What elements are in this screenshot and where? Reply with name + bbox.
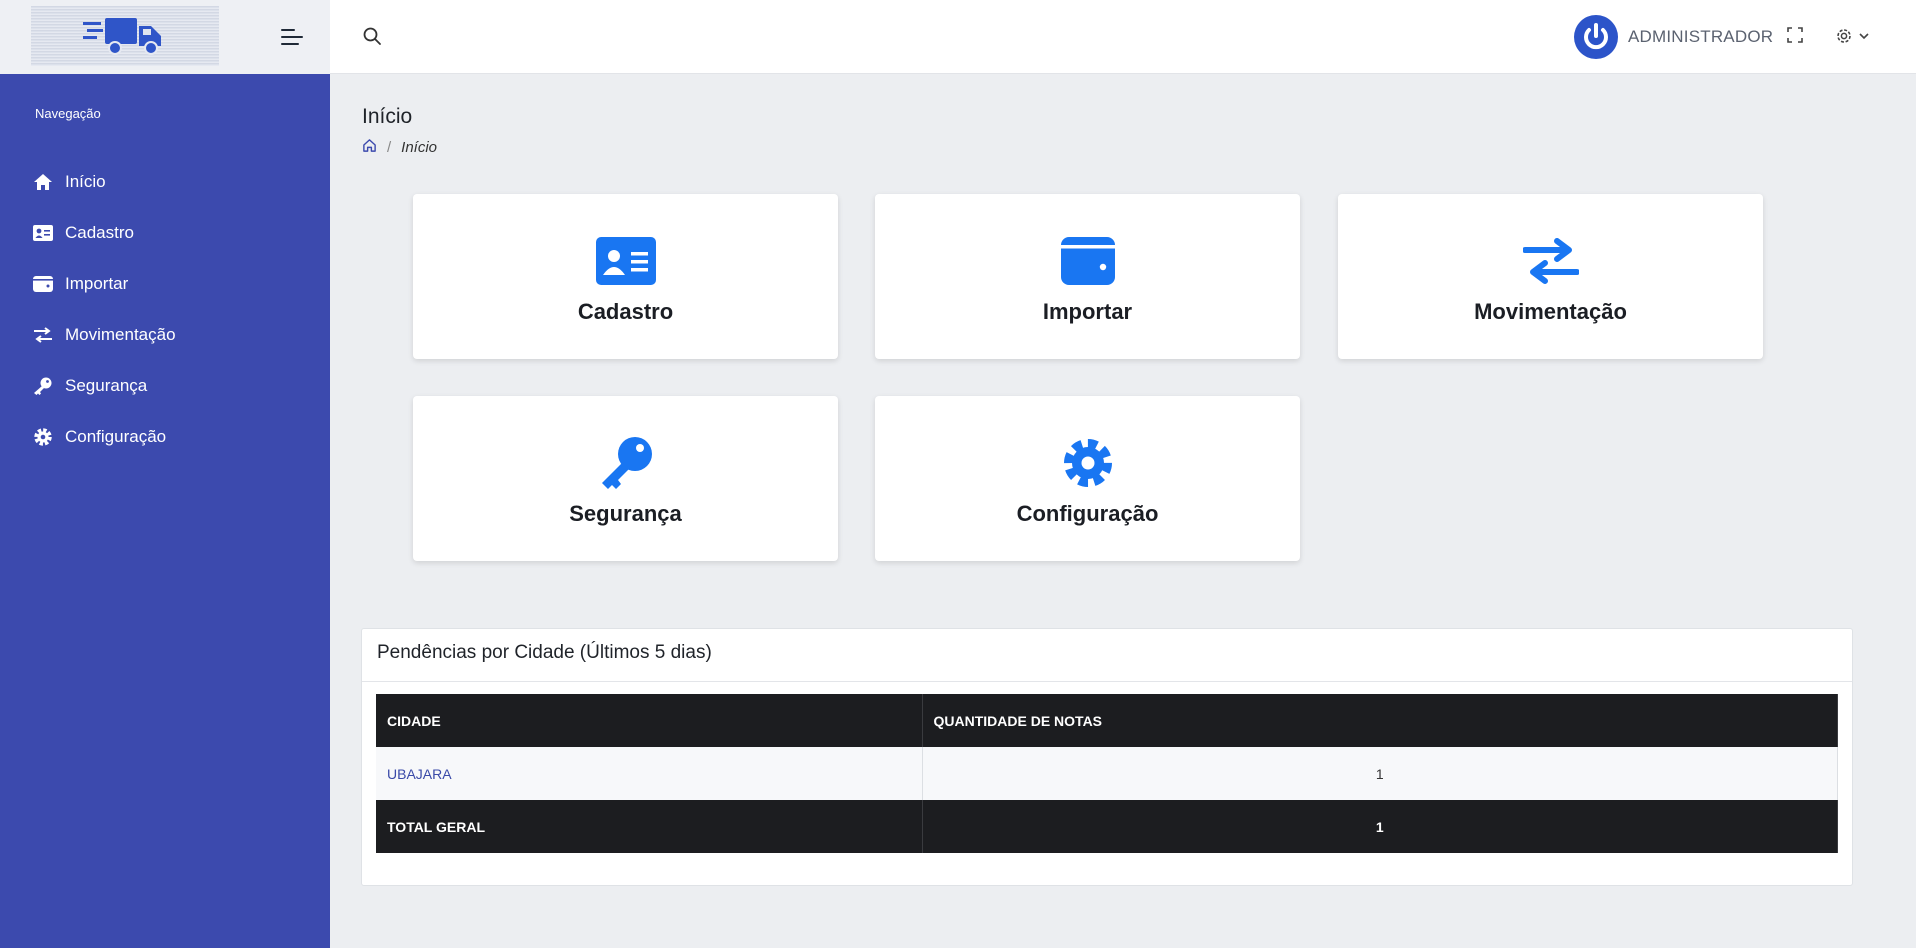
chevron-down-icon xyxy=(1859,33,1869,40)
divider xyxy=(362,681,1852,682)
nav-list: Início Cadastro Importar Movimentação Se… xyxy=(0,156,330,462)
id-card-icon xyxy=(595,236,656,286)
column-header-cidade: CIDADE xyxy=(376,694,923,747)
breadcrumb: / Início xyxy=(362,138,437,157)
user-name: ADMINISTRADOR xyxy=(1628,27,1774,46)
sidebar-item-label: Início xyxy=(65,171,106,191)
table-row: UBAJARA 1 xyxy=(376,747,1838,800)
sidebar-item-label: Movimentação xyxy=(65,324,176,344)
sidebar-item-label: Importar xyxy=(65,273,129,293)
top-header: ADMINISTRADOR xyxy=(0,0,1916,74)
user-menu[interactable]: ADMINISTRADOR xyxy=(1574,15,1773,59)
search-button[interactable] xyxy=(362,26,384,48)
key-icon xyxy=(32,376,54,396)
wallet-icon xyxy=(1060,236,1115,286)
gear-icon xyxy=(1062,438,1114,488)
truck-icon xyxy=(83,18,161,55)
sidebar-item-label: Segurança xyxy=(65,375,148,395)
sidebar-item-importar[interactable]: Importar xyxy=(0,258,330,309)
breadcrumb-current: Início xyxy=(401,139,438,156)
hamburger-bar xyxy=(281,29,295,31)
wallet-icon xyxy=(32,274,54,294)
sidebar-item-label: Cadastro xyxy=(65,222,134,242)
card-label: Importar xyxy=(1042,299,1133,324)
panel-title: Pendências por Cidade (Últimos 5 dias) xyxy=(377,642,712,663)
power-icon xyxy=(1584,23,1608,50)
sidebar-item-label: Configuração xyxy=(65,426,167,446)
cell-quantidade: 1 xyxy=(922,747,1838,800)
breadcrumb-home-link[interactable] xyxy=(362,138,377,157)
home-icon xyxy=(363,139,376,152)
fullscreen-icon xyxy=(1787,27,1803,43)
logo-area xyxy=(0,0,330,74)
sidebar-item-cadastro[interactable]: Cadastro xyxy=(0,207,330,258)
search-icon xyxy=(363,27,381,45)
sidebar: Navegação Início Cadastro Importar Movim… xyxy=(0,74,330,948)
gear-icon xyxy=(32,427,54,447)
card-movimentacao[interactable]: Movimentação xyxy=(1338,194,1763,359)
key-icon xyxy=(598,437,654,489)
card-label: Configuração xyxy=(1016,501,1159,526)
nav-caption: Navegação xyxy=(35,106,101,121)
gear-icon xyxy=(1837,29,1851,43)
settings-dropdown[interactable] xyxy=(1834,25,1874,47)
card-label: Cadastro xyxy=(577,299,674,324)
hamburger-bar xyxy=(281,43,299,45)
exchange-icon xyxy=(1522,236,1579,286)
exchange-icon xyxy=(32,325,54,345)
card-label: Segurança xyxy=(569,501,682,526)
sidebar-item-seguranca[interactable]: Segurança xyxy=(0,360,330,411)
avatar xyxy=(1574,15,1618,59)
card-seguranca[interactable]: Segurança xyxy=(413,396,838,561)
truck-logo[interactable] xyxy=(31,6,219,66)
card-label: Movimentação xyxy=(1474,299,1627,324)
table-total-row: TOTAL GERAL 1 xyxy=(376,800,1838,853)
card-importar[interactable]: Importar xyxy=(875,194,1300,359)
pendencias-table: CIDADE QUANTIDADE DE NOTAS UBAJARA 1 TOT… xyxy=(376,694,1838,853)
sidebar-item-movimentacao[interactable]: Movimentação xyxy=(0,309,330,360)
total-value: 1 xyxy=(922,800,1838,853)
column-header-quantidade: QUANTIDADE DE NOTAS xyxy=(922,694,1838,747)
card-cadastro[interactable]: Cadastro xyxy=(413,194,838,359)
card-configuracao[interactable]: Configuração xyxy=(875,396,1300,561)
pendencias-panel: Pendências por Cidade (Últimos 5 dias) C… xyxy=(361,628,1853,886)
page-title: Início xyxy=(362,105,413,128)
sidebar-item-inicio[interactable]: Início xyxy=(0,156,330,207)
id-card-icon xyxy=(32,223,54,243)
fullscreen-button[interactable] xyxy=(1786,26,1806,46)
total-label: TOTAL GERAL xyxy=(376,800,923,853)
sidebar-item-configuracao[interactable]: Configuração xyxy=(0,411,330,462)
breadcrumb-separator: / xyxy=(387,139,392,156)
table-header-row: CIDADE QUANTIDADE DE NOTAS xyxy=(376,694,1838,747)
menu-toggle-button[interactable] xyxy=(281,26,305,48)
hamburger-bar xyxy=(281,36,303,38)
cell-cidade[interactable]: UBAJARA xyxy=(376,747,923,800)
home-icon xyxy=(32,172,54,192)
